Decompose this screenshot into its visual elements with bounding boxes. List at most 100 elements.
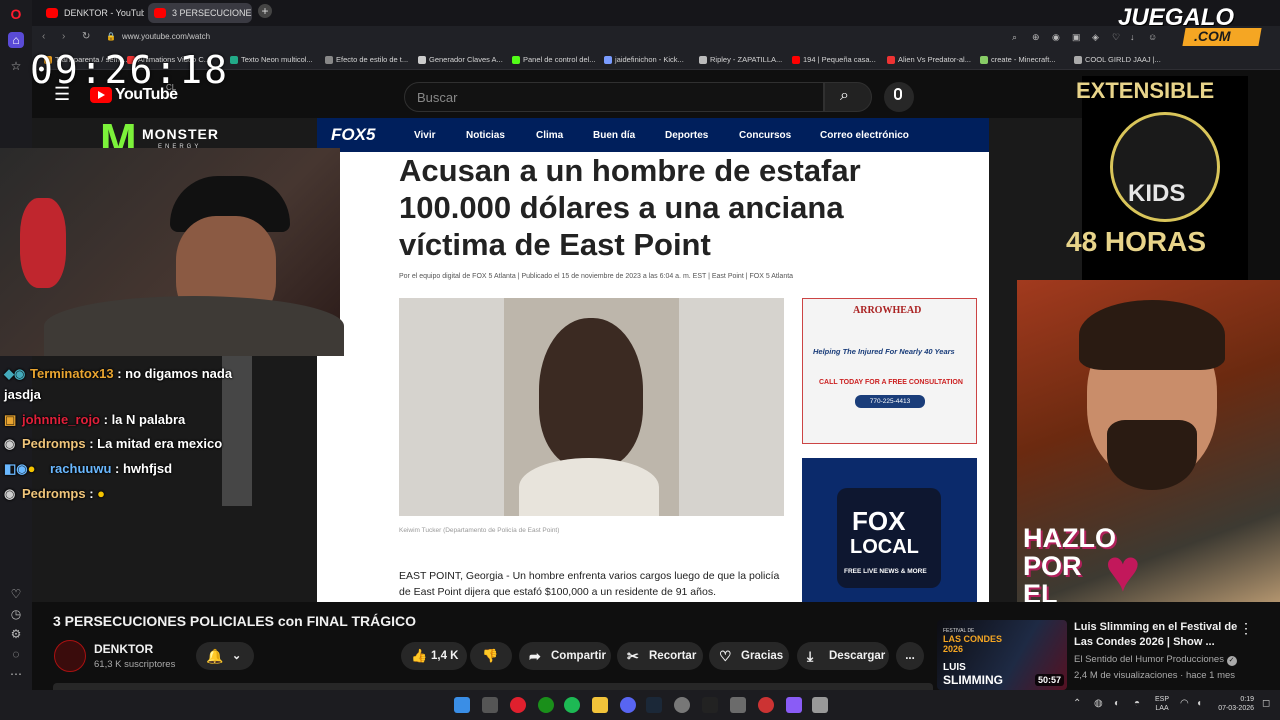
bookmark-item[interactable]: 194 | Pequeña casa... xyxy=(792,55,876,64)
chrome-icon[interactable] xyxy=(758,697,774,713)
opera-taskbar-icon[interactable] xyxy=(510,697,526,713)
address-bar-row: ‹ › ↻ 🔒 www.youtube.com/watch ⌕ ⊕ ◉ ▣ ◈ … xyxy=(32,26,1280,50)
like-button[interactable]: 👍 1,4 K xyxy=(401,642,467,670)
promo-bottom-text: 48 HORAS xyxy=(1066,226,1207,257)
nav-item: Deportes xyxy=(665,130,709,141)
xbox-icon[interactable] xyxy=(538,697,554,713)
chat-message: ◉ Pedromps : La mitad era mexico xyxy=(4,436,222,452)
article-byline: Por el equipo digital de FOX 5 Atlanta |… xyxy=(399,273,794,280)
chat-text: jasdja xyxy=(4,387,41,402)
bookmark-item[interactable]: COOL GIRLD JAAJ |... xyxy=(1074,55,1161,64)
tray-icon-3[interactable]: ◓ xyxy=(1134,698,1140,709)
bookmark-item[interactable]: Panel de control del... xyxy=(512,55,596,64)
history-icon[interactable]: ◷ xyxy=(8,606,24,622)
download-button[interactable]: ⤓ Descargar xyxy=(797,642,889,670)
like-count: 1,4 K xyxy=(431,650,459,662)
bookmark-item[interactable]: Ripley - ZAPATILLA... xyxy=(699,55,782,64)
tab-active-video[interactable]: 3 PERSECUCIONES PO xyxy=(148,3,252,23)
channel-avatar[interactable] xyxy=(54,640,86,672)
heart-icon: ♥ xyxy=(1105,537,1141,604)
bookmark-item[interactable]: Generador Claves A... xyxy=(418,55,503,64)
reload-icon[interactable]: ↻ xyxy=(82,31,90,42)
wifi-icon[interactable]: ◠ xyxy=(1180,698,1189,709)
search-button[interactable]: ⌕ xyxy=(824,82,872,112)
discord-icon[interactable] xyxy=(620,697,636,713)
dislike-button[interactable]: 👎 xyxy=(470,642,512,670)
ad-phone: 770-225-4413 xyxy=(855,395,925,408)
steam-icon[interactable] xyxy=(646,697,662,713)
tab-label: DENKTOR - YouTube xyxy=(64,8,144,18)
ad-cta: CALL TODAY FOR A FREE CONSULTATION xyxy=(819,379,963,386)
description-box[interactable] xyxy=(53,683,933,690)
ad-line1: FOX xyxy=(852,506,906,536)
scissors-icon: ✂ xyxy=(627,648,639,664)
chat-message: ◆◉ Terminatox13 : no digamos nada xyxy=(4,366,232,382)
capcut-icon[interactable] xyxy=(702,697,718,713)
obs-icon[interactable] xyxy=(674,697,690,713)
tab-denktor[interactable]: DENKTOR - YouTube xyxy=(40,3,144,23)
tray-chevron-icon[interactable]: ⌃ xyxy=(1073,698,1081,709)
volume-icon[interactable]: ◖ xyxy=(1196,698,1202,709)
share-icon: ➦ xyxy=(529,648,541,664)
star-icon[interactable]: ☆ xyxy=(8,58,24,74)
app-icon[interactable] xyxy=(786,697,802,713)
notification-button[interactable]: 🔔 ⌄ xyxy=(196,642,254,670)
home-icon[interactable]: ⌂ xyxy=(8,32,24,48)
folder-icon[interactable] xyxy=(592,697,608,713)
settings-icon[interactable]: ⚙ xyxy=(8,626,24,642)
opera-logo-icon[interactable]: O xyxy=(8,6,24,22)
tray-icon-2[interactable]: ◐ xyxy=(1114,698,1120,709)
bookmark-item[interactable]: create - Minecraft... xyxy=(980,55,1056,64)
badge-icon: ◉ xyxy=(4,436,16,451)
minecraft-icon[interactable] xyxy=(730,697,746,713)
bookmark-item[interactable]: Efecto de estilo de t... xyxy=(325,55,408,64)
thanks-button[interactable]: ♡ Gracias xyxy=(709,642,789,670)
wallet-icon[interactable]: ▣ xyxy=(1072,32,1081,43)
nav-item: Noticias xyxy=(466,130,505,141)
voice-search-button[interactable] xyxy=(884,82,914,112)
bookmark-item[interactable]: Alien Vs Predator-al... xyxy=(887,55,971,64)
search-input[interactable]: Buscar xyxy=(404,82,824,112)
subscriber-count: 61,3 K suscriptores xyxy=(94,659,176,670)
windows-start-icon[interactable] xyxy=(454,697,470,713)
emote-icon: ● xyxy=(97,486,106,501)
bookmark-item[interactable]: jaidefinichon - Kick... xyxy=(604,55,684,64)
notepad-icon[interactable] xyxy=(812,697,828,713)
language-indicator[interactable]: ESP LAA xyxy=(1155,695,1169,713)
lock-icon: 🔒 xyxy=(106,32,116,41)
badge-icon: ◉ xyxy=(4,486,16,501)
zoom-icon[interactable]: ⊕ xyxy=(1032,32,1040,43)
news-article-screen: FOX5 Vivir Noticias Clima Buen día Depor… xyxy=(317,118,989,602)
tray-icon-1[interactable]: ◍ xyxy=(1094,698,1103,709)
spotify-icon[interactable] xyxy=(564,697,580,713)
channel-name[interactable]: DENKTOR xyxy=(94,642,153,656)
chat-user: johnnie_rojo xyxy=(22,412,100,427)
more-icon[interactable]: ⋯ xyxy=(8,666,24,682)
clock-tray[interactable]: 0:19 07-03-2026 xyxy=(1214,695,1254,713)
bookmark-item[interactable]: Texto Neon multicol... xyxy=(230,55,313,64)
watermark-bottom: .COM xyxy=(1194,28,1231,44)
forward-icon[interactable]: › xyxy=(62,31,65,42)
url-text[interactable]: www.youtube.com/watch xyxy=(122,32,210,41)
recommended-title[interactable]: Luis Slimming en el Festival de Las Cond… xyxy=(1074,620,1254,650)
lightbulb-icon[interactable]: ◌ xyxy=(8,646,24,662)
chat-text: : la N palabra xyxy=(103,412,186,427)
chevron-down-icon: ⌄ xyxy=(232,650,242,662)
search-tool-icon[interactable]: ⌕ xyxy=(1012,32,1017,43)
video-thumbnail[interactable]: FESTIVAL DE LAS CONDES 2026 LUIS SLIMMIN… xyxy=(937,620,1067,690)
recommended-video[interactable]: FESTIVAL DE LAS CONDES 2026 LUIS SLIMMIN… xyxy=(937,620,1280,690)
more-actions-button[interactable]: ... xyxy=(896,642,924,670)
clip-button[interactable]: ✂ Recortar xyxy=(617,642,703,670)
notification-icon[interactable]: ◻ xyxy=(1262,698,1270,709)
chat-message: ▣ johnnie_rojo : la N palabra xyxy=(4,412,185,428)
thumbs-down-icon: 👎 xyxy=(482,648,499,663)
back-icon[interactable]: ‹ xyxy=(42,31,45,42)
task-view-icon[interactable] xyxy=(482,697,498,713)
kebab-menu-icon[interactable]: ⋮ xyxy=(1239,620,1253,637)
share-button[interactable]: ➦ Compartir xyxy=(519,642,611,670)
new-tab-button[interactable]: + xyxy=(258,4,272,18)
camera-icon[interactable]: ◉ xyxy=(1052,32,1060,43)
heart-icon[interactable]: ♡ xyxy=(8,586,24,602)
video-duration: 50:57 xyxy=(1035,674,1065,686)
extension-icon[interactable]: ◈ xyxy=(1092,32,1099,43)
